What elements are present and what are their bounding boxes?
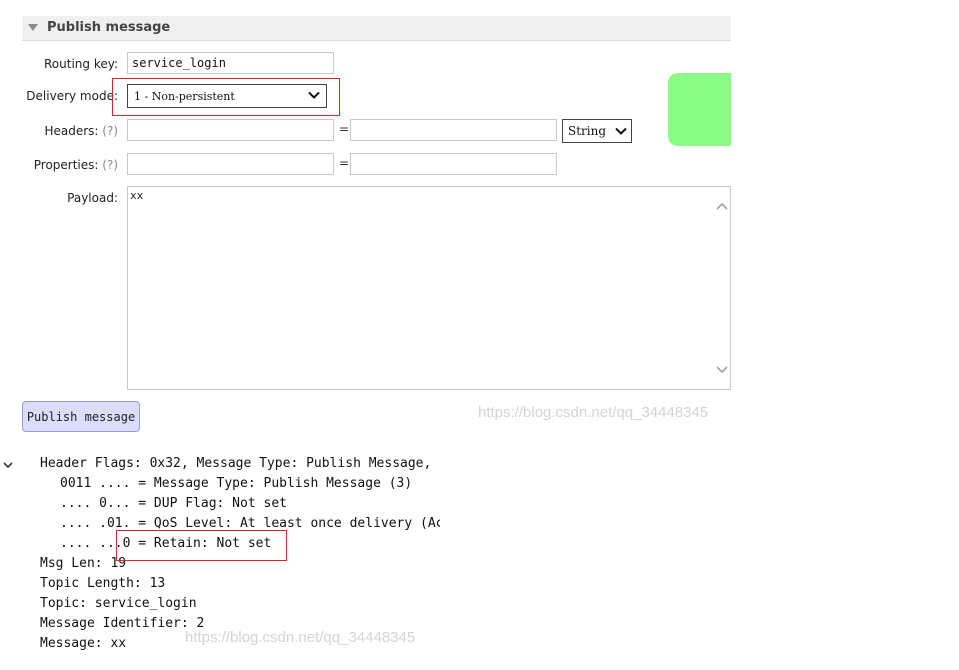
properties-value-input[interactable]	[350, 153, 557, 175]
header-flags-row[interactable]: Header Flags: 0x32, Message Type: Publis…	[40, 454, 431, 474]
status-indicator	[668, 73, 731, 146]
flag-row: .... 0... = DUP Flag: Not set	[60, 496, 287, 511]
routing-key-input[interactable]	[127, 52, 334, 74]
headers-type-select[interactable]: String	[562, 119, 632, 143]
properties-equals: =	[339, 156, 350, 170]
headers-key-input[interactable]	[127, 119, 334, 141]
payload-label: Payload:	[67, 191, 118, 205]
properties-help-link[interactable]: (?)	[102, 158, 118, 172]
expand-chevron-icon[interactable]	[2, 459, 14, 471]
headers-label: Headers: (?)	[20, 124, 118, 138]
scroll-up-arrow-icon[interactable]	[716, 201, 728, 211]
headers-value-input[interactable]	[350, 119, 557, 141]
watermark-text: https://blog.csdn.net/qq_34448345	[478, 404, 709, 421]
field-row: Message: xx	[40, 636, 127, 651]
section-title: Publish message	[47, 20, 171, 35]
field-row: Msg Len: 19	[40, 556, 127, 571]
scroll-down-arrow-icon[interactable]	[716, 365, 728, 375]
headers-label-text: Headers:	[44, 124, 99, 138]
field-row: Topic Length: 13	[40, 576, 166, 591]
delivery-mode-label: Delivery mode:	[26, 89, 118, 103]
routing-key-label: Routing key:	[44, 57, 118, 71]
highlight-box-retain	[116, 530, 287, 561]
payload-textarea[interactable]: xx	[127, 186, 731, 390]
publish-message-button[interactable]: Publish message	[22, 401, 140, 432]
collapse-triangle-icon[interactable]	[28, 24, 38, 31]
flag-row: 0011 .... = Message Type: Publish Messag…	[60, 476, 413, 491]
properties-key-input[interactable]	[127, 153, 334, 175]
headers-type-selected: String	[568, 124, 607, 138]
properties-label-text: Properties:	[33, 158, 99, 172]
field-row: Topic: service_login	[40, 596, 197, 611]
publish-message-section-header[interactable]: Publish message	[22, 16, 731, 41]
properties-label: Properties: (?)	[20, 158, 118, 172]
headers-help-link[interactable]: (?)	[102, 124, 118, 138]
field-row: Message Identifier: 2	[40, 616, 205, 631]
highlight-box-delivery-mode	[112, 78, 340, 116]
payload-text: xx	[130, 189, 144, 202]
headers-equals: =	[339, 122, 350, 136]
chevron-down-icon	[615, 127, 627, 135]
